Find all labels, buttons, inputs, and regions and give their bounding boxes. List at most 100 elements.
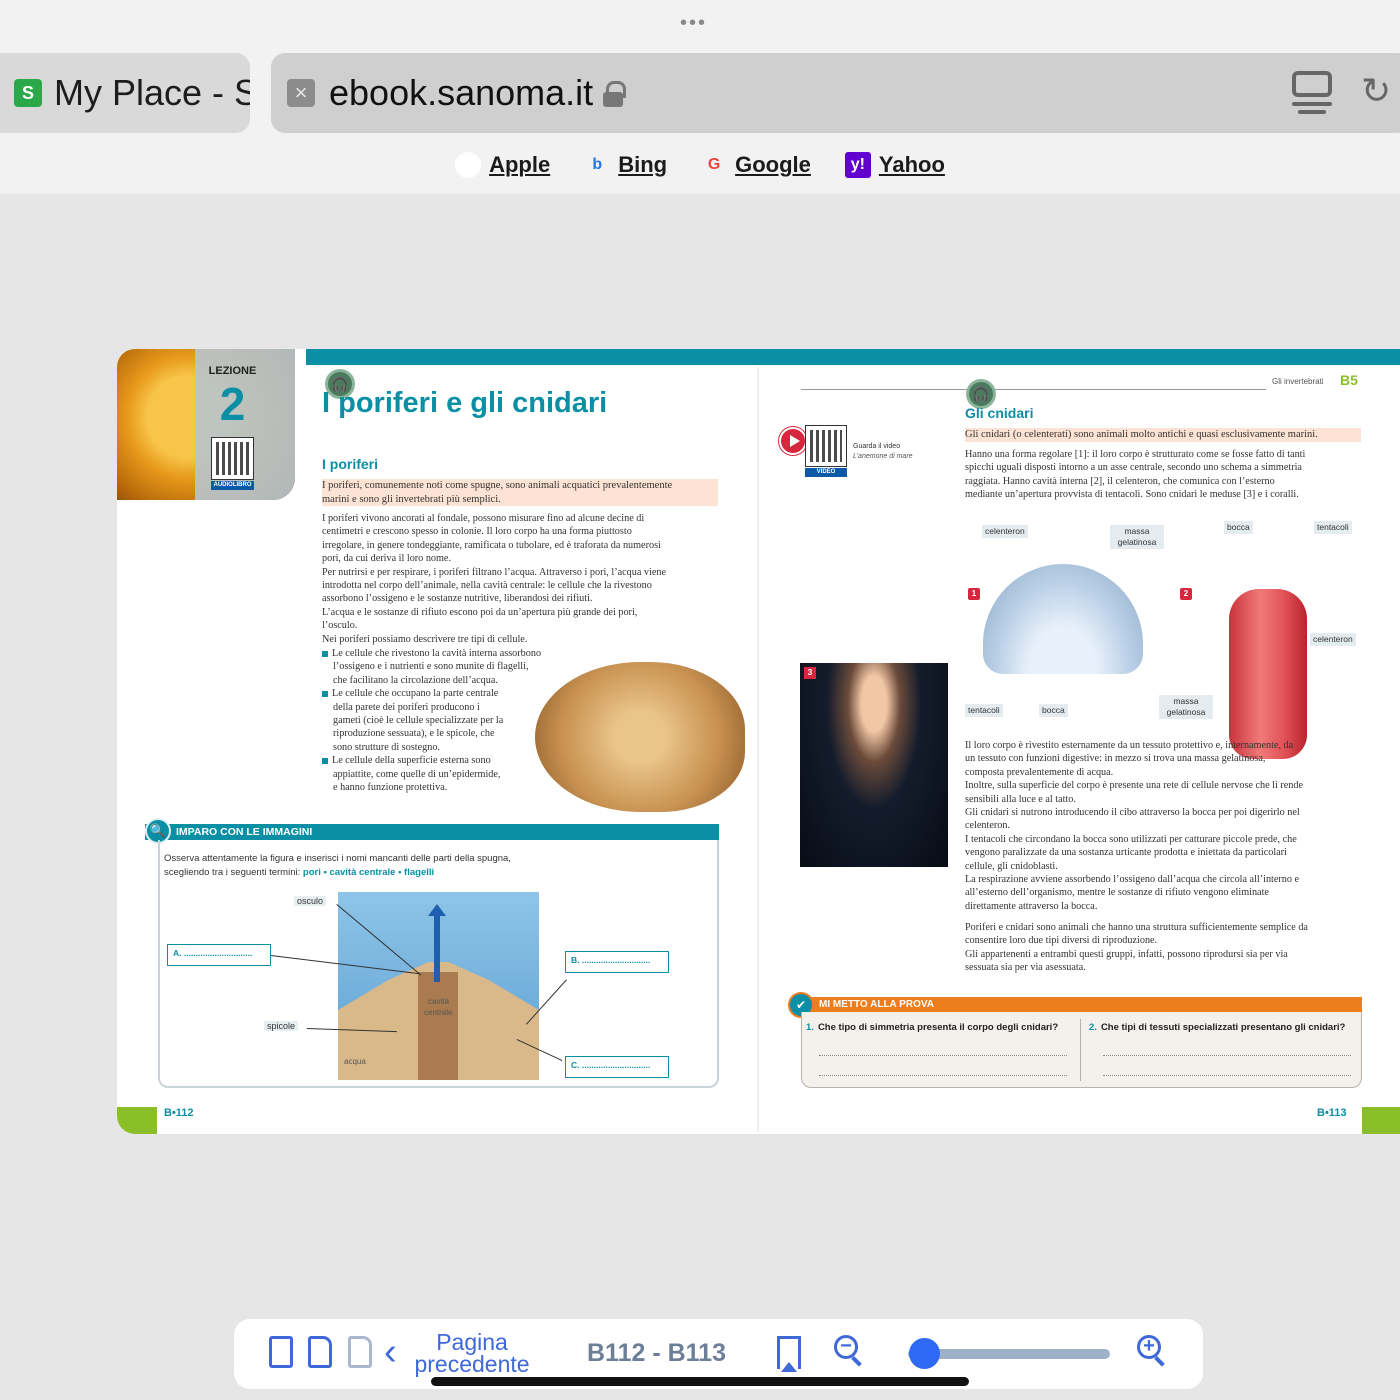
answer-line-1a[interactable] [819, 1055, 1067, 1056]
label-celenteron-right: celenteron [1310, 633, 1356, 646]
answer-line-2b[interactable] [1103, 1075, 1351, 1076]
bullet-marker [322, 650, 328, 657]
ebook-spread: LEZIONE 2 AUDIOLIBRO 🎧 I poriferi e gli … [117, 349, 1400, 1134]
url-text: ebook.sanoma.it [329, 72, 594, 113]
zoom-in-icon[interactable]: + [1137, 1335, 1169, 1367]
video-play-icon[interactable] [779, 427, 807, 455]
answer-line-2a[interactable] [1103, 1055, 1351, 1056]
lesson-number: 2 [219, 378, 246, 430]
lesson-label: LEZIONE [208, 365, 257, 377]
page-outline-icon[interactable] [348, 1336, 372, 1368]
page-title: I poriferi e gli cnidari [322, 387, 608, 419]
test-title: MI METTO ALLA PROVA [819, 999, 934, 1010]
favorite-label: Google [735, 152, 811, 177]
cavity-label-2: centrale [424, 1008, 453, 1017]
right-footer-marker [1362, 1107, 1400, 1134]
page-range: B112 - B113 [587, 1339, 726, 1367]
audiobook-tag: AUDIOLIBRO [211, 481, 254, 490]
label-massa-gelatinosa-top: massa gelatinosa [1110, 525, 1164, 549]
zoom-slider-thumb[interactable] [909, 1338, 941, 1369]
single-page-icon[interactable] [269, 1336, 293, 1368]
running-head-rule [801, 389, 1266, 390]
close-tab-icon[interactable]: × [287, 79, 315, 107]
label-bocca-top: bocca [1224, 521, 1253, 534]
jellyfish-diagram [983, 564, 1143, 674]
question-2: 2. Che tipi di tessuti specializzati pres… [1089, 1022, 1346, 1033]
video-caption: Guarda il video L’anemone di mare [853, 443, 913, 460]
figure-number-3: 3 [804, 667, 816, 679]
yahoo-icon: y! [844, 152, 871, 178]
section-heading-cnidari: Gli cnidari [965, 405, 1034, 421]
favorite-bing[interactable]: b Bing [584, 152, 667, 178]
sponge-diagram: cavità centrale acqua [338, 892, 539, 1080]
label-tentacoli-top: tentacoli [1314, 521, 1352, 534]
label-massa-gelatinosa-bottom: massa gelatinosa [1159, 695, 1213, 719]
central-cavity [418, 972, 458, 1080]
activity-instruction: Osserva attentamente la figura e inseris… [164, 853, 511, 878]
bing-icon: b [592, 156, 603, 173]
home-indicator[interactable] [431, 1377, 969, 1386]
answer-field-b[interactable]: B. ............................. [565, 951, 669, 973]
label-tentacoli-bottom: tentacoli [965, 704, 1003, 717]
figure-number-1: 1 [968, 588, 980, 600]
polyp-diagram [1229, 589, 1307, 759]
poriferi-body-text: I poriferi vivono ancorati al fondale, p… [322, 513, 666, 645]
favorite-label: Bing [618, 152, 668, 177]
sanoma-favicon-icon: S [14, 79, 42, 107]
tab-my-place[interactable]: S My Place - S [0, 53, 250, 133]
more-dots[interactable]: ••• [680, 12, 707, 35]
cavity-label-1: cavità [428, 997, 449, 1006]
google-icon: G [707, 156, 721, 173]
bookmark-icon[interactable] [777, 1336, 801, 1372]
favorite-label: Apple [489, 152, 551, 177]
water-flow-arrow [434, 912, 440, 982]
reproduction-text: Poriferi e cnidari sono animali che hann… [965, 922, 1308, 974]
answer-line-1b[interactable] [819, 1075, 1067, 1076]
apple-icon [455, 152, 482, 178]
question-divider [1080, 1019, 1081, 1081]
bullet-marker [322, 690, 328, 697]
previous-page-button[interactable]: Pagina precedente [410, 1331, 534, 1376]
browser-top-bar: ••• S My Place - S × ebook.sanoma.it ↻ A… [0, 0, 1400, 194]
lock-icon [603, 81, 627, 107]
cnidari-intro-text: Hanno una forma regolare [1]: il loro co… [965, 449, 1306, 501]
zoom-out-icon[interactable]: − [834, 1335, 866, 1367]
answer-field-c[interactable]: C. ............................. [565, 1056, 669, 1078]
favorite-google[interactable]: G Google [701, 152, 811, 178]
video-qr-code[interactable] [805, 425, 847, 467]
chevron-left-icon[interactable]: ‹ [384, 1333, 397, 1371]
double-page-icon[interactable] [308, 1336, 332, 1368]
label-bocca-bottom: bocca [1039, 704, 1068, 717]
top-band [306, 349, 1400, 365]
sponge-photo [535, 662, 745, 812]
water-flow-arrowhead [428, 904, 446, 916]
osculo-label: osculo [294, 896, 327, 906]
figure-number-2: 2 [1180, 588, 1192, 600]
cnidari-body-text: Il loro corpo è rivestito esternamente d… [965, 740, 1304, 912]
page-gutter [757, 367, 759, 1132]
address-bar[interactable]: × ebook.sanoma.it ↻ [271, 53, 1400, 133]
section-heading-poriferi: I poriferi [322, 456, 379, 472]
cnidari-highlight: Gli cnidari (o celenterati) sono animali… [965, 428, 1361, 442]
water-label: acqua [344, 1057, 366, 1066]
favorite-apple[interactable]: Apple [455, 152, 550, 178]
question-1: 1. Che tipo di simmetria presenta il corp… [806, 1022, 1059, 1033]
bullet-marker [322, 757, 328, 764]
activity-title: IMPARO CON LE IMMAGINI [176, 826, 313, 838]
favorite-yahoo[interactable]: y! Yahoo [844, 152, 945, 178]
running-code: B5 [1340, 372, 1358, 388]
answer-field-a[interactable]: A. ............................. [167, 944, 271, 966]
running-head: Gli invertebrati [1272, 377, 1324, 386]
favorite-label: Yahoo [878, 152, 945, 177]
reader-mode-icon[interactable] [1292, 71, 1332, 115]
favorites-bar: Apple b Bing G Google y! Yahoo [0, 152, 1400, 178]
video-tag: VIDEO [805, 468, 847, 477]
left-page-number: B•112 [164, 1107, 194, 1119]
intro-highlight: I poriferi, comunemente noti come spugne… [322, 479, 718, 506]
spicole-label: spicole [264, 1021, 299, 1031]
reload-icon[interactable]: ↻ [1361, 71, 1399, 111]
audiobook-qr-code[interactable] [211, 437, 254, 480]
jellyfish-photo [800, 663, 948, 867]
right-page-number: B•113 [1317, 1107, 1347, 1119]
tab-title: My Place - S [54, 72, 250, 113]
